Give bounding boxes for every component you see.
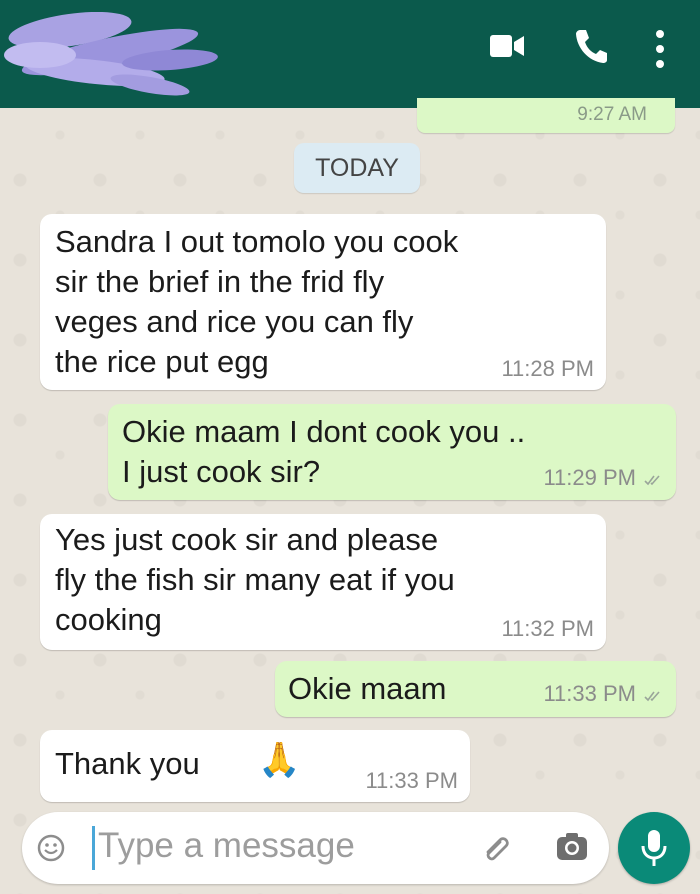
more-options-icon[interactable]: [650, 28, 670, 70]
message-composer[interactable]: Type a message: [22, 812, 609, 884]
outgoing-message-bubble[interactable]: Okie maam I dont cook you .. I just cook…: [108, 404, 676, 500]
voice-message-button[interactable]: [618, 812, 690, 884]
message-time: 9:27 AM: [577, 104, 647, 125]
chat-header: [0, 0, 700, 108]
incoming-message-bubble[interactable]: Thank you 🙏 11:33 PM: [40, 730, 470, 802]
message-time: 11:29 PM: [543, 465, 636, 490]
message-time: 11:28 PM: [501, 356, 594, 381]
attach-icon[interactable]: [480, 832, 514, 866]
message-time: 11:32 PM: [501, 616, 594, 641]
double-check-icon: [644, 691, 660, 702]
message-text: Sandra I out tomolo you cook sir the bri…: [55, 224, 459, 379]
incoming-message-bubble[interactable]: Yes just cook sir and please fly the fis…: [40, 514, 606, 650]
message-text: Okie maam I dont cook you .. I just cook…: [122, 414, 526, 489]
message-input[interactable]: Type a message: [98, 826, 355, 866]
outgoing-message-bubble[interactable]: Okie maam 11:33 PM: [275, 661, 676, 717]
message-text: Thank you: [55, 746, 200, 781]
text-cursor: [92, 826, 95, 870]
previous-message-bubble[interactable]: 9:27 AM: [417, 98, 675, 133]
message-time: 11:33 PM: [543, 681, 636, 706]
emoji-icon[interactable]: [37, 834, 65, 862]
mic-icon: [641, 830, 667, 866]
double-check-icon: [644, 475, 660, 486]
contact-name-redaction: [0, 0, 230, 108]
camera-icon[interactable]: [556, 832, 588, 862]
video-call-icon[interactable]: [490, 33, 526, 59]
message-text: Okie maam: [288, 671, 447, 706]
message-text: Yes just cook sir and please fly the fis…: [55, 522, 455, 637]
incoming-message-bubble[interactable]: Sandra I out tomolo you cook sir the bri…: [40, 214, 606, 390]
date-separator: TODAY: [294, 143, 420, 193]
folded-hands-emoji: 🙏: [258, 741, 301, 779]
message-time: 11:33 PM: [365, 768, 458, 793]
voice-call-icon[interactable]: [574, 28, 608, 64]
